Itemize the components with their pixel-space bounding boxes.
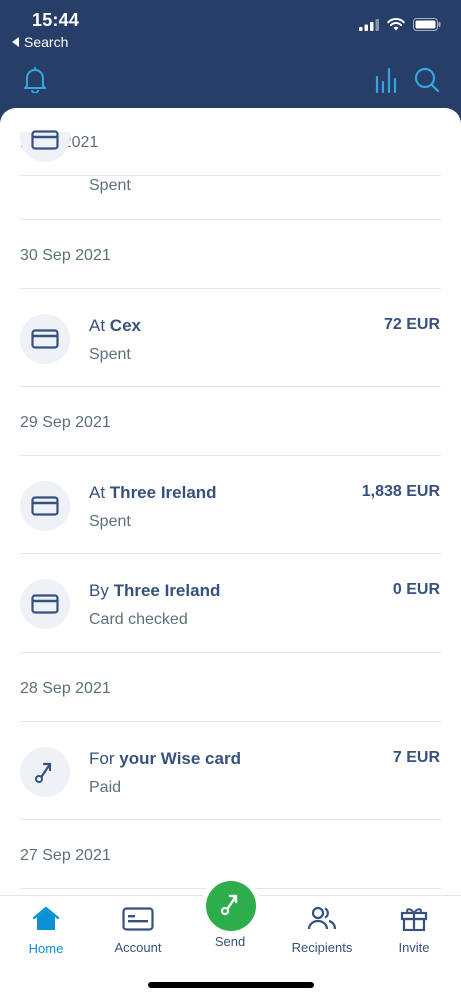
insights-button[interactable] (373, 67, 399, 98)
transaction-prefix: For (89, 749, 115, 768)
top-bar (0, 56, 461, 108)
home-indicator (148, 982, 314, 988)
date-header: 28 Sep 2021 (20, 680, 111, 697)
back-to-search-link[interactable]: Search (12, 34, 68, 50)
card-icon (20, 579, 70, 629)
tab-home[interactable]: Home (0, 896, 92, 960)
divider (20, 819, 441, 820)
date-header: 27 Sep 2021 (20, 847, 111, 864)
back-label: Search (24, 34, 69, 50)
divider (20, 219, 441, 220)
send-arrow-icon (20, 747, 70, 797)
transaction-row[interactable]: At Cex Spent 72 EUR (0, 289, 461, 387)
transaction-title: By Three Ireland (89, 581, 220, 601)
date-header: 29 Sep 2021 (20, 414, 111, 431)
transaction-prefix: At (89, 483, 106, 502)
transaction-merchant: your Wise card (119, 749, 241, 768)
status-bar: 15:44 Search (0, 0, 461, 56)
notifications-button[interactable] (22, 66, 48, 98)
id-card-icon (122, 907, 154, 936)
transaction-merchant: Three Ireland (109, 483, 217, 502)
date-header: 30 Sep 2021 (20, 247, 111, 264)
wifi-icon (387, 18, 405, 36)
send-arrow-icon (220, 892, 242, 921)
search-icon (414, 67, 440, 98)
card-icon (20, 314, 70, 364)
transaction-amount: 72 EUR (383, 316, 440, 333)
status-icons (359, 18, 441, 36)
card-icon (20, 130, 70, 162)
tab-label: Invite (398, 940, 430, 955)
transaction-amount: 1,838 EUR (361, 483, 440, 500)
transaction-row[interactable]: By Three Ireland Card checked 0 EUR (0, 554, 461, 652)
transaction-status: Spent (89, 177, 131, 194)
home-icon (32, 906, 60, 937)
battery-icon (413, 18, 441, 36)
tab-label: Account (114, 940, 162, 955)
transaction-amount: 0 EUR (392, 581, 440, 598)
transaction-merchant: Cex (109, 316, 141, 335)
back-triangle-icon (12, 34, 20, 50)
transaction-title: For your Wise card (89, 749, 241, 769)
people-icon (307, 905, 337, 936)
transaction-status: Paid (89, 779, 122, 796)
transaction-title: At Cex (89, 316, 141, 336)
transaction-row[interactable]: At Three Ireland Spent 1,838 EUR (0, 456, 461, 554)
activity-sheet: 1 Oct 2021 Spent 30 Sep 2021 At Cex Spen… (0, 108, 461, 998)
transaction-status: Card checked (89, 611, 188, 628)
card-icon (20, 481, 70, 531)
transaction-status: Spent (89, 346, 131, 363)
transaction-row[interactable]: Spent (0, 108, 461, 202)
divider (20, 652, 441, 653)
transaction-title: At Three Ireland (89, 483, 217, 503)
bar-chart-icon (374, 67, 398, 98)
cellular-signal-icon (359, 18, 379, 36)
transaction-amount: 7 EUR (392, 749, 440, 766)
transaction-prefix: At (89, 316, 106, 335)
transaction-prefix: By (89, 581, 109, 600)
tab-recipients[interactable]: Recipients (276, 896, 368, 960)
divider (20, 386, 441, 387)
transaction-merchant: Three Ireland (113, 581, 221, 600)
tab-label: Recipients (291, 940, 353, 955)
transaction-row[interactable]: For your Wise card Paid 7 EUR (0, 722, 461, 820)
transaction-status: Spent (89, 513, 131, 530)
tab-label: Home (28, 941, 64, 956)
bell-icon (23, 66, 47, 98)
tab-invite[interactable]: Invite (368, 896, 460, 960)
tab-label: Send (214, 934, 246, 949)
send-button[interactable] (206, 881, 256, 931)
gift-icon (400, 905, 428, 936)
tab-account[interactable]: Account (92, 896, 184, 960)
search-button[interactable] (413, 67, 441, 98)
status-time: 15:44 (32, 10, 80, 30)
